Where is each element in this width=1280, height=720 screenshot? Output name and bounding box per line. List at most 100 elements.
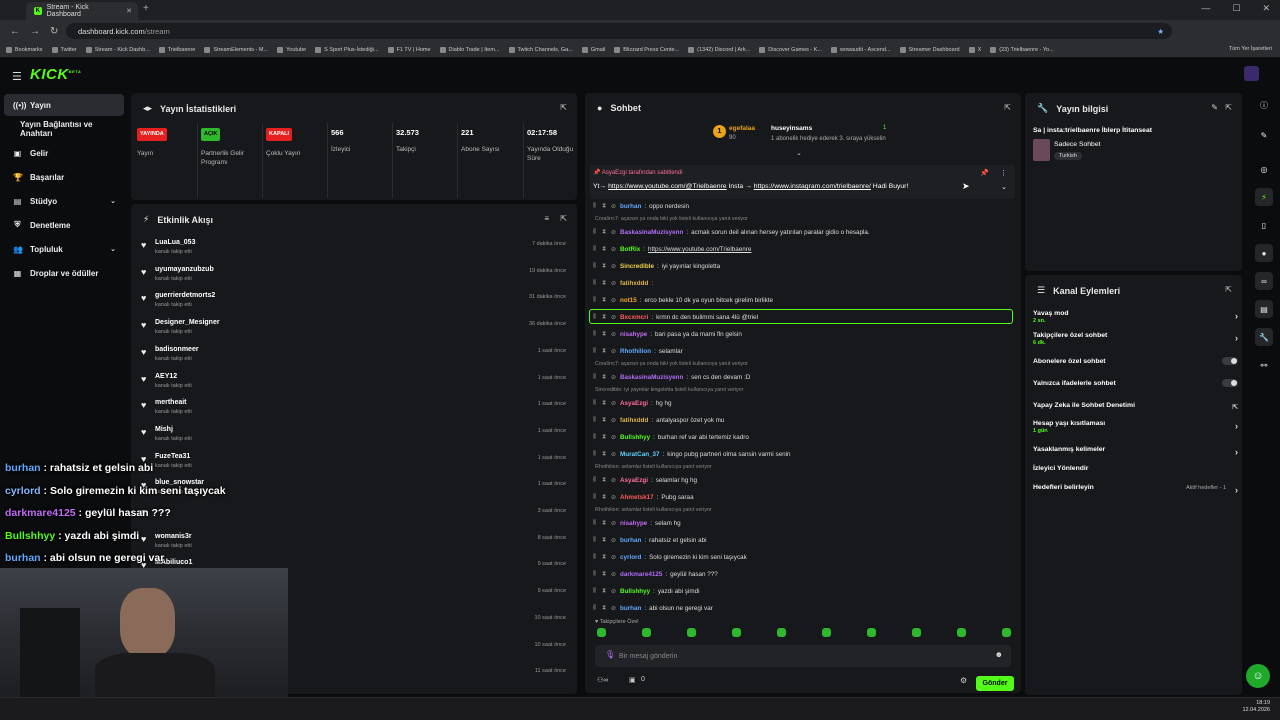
gift-second-name[interactable]: huseyinsams [771,125,812,132]
all-bookmarks[interactable]: Tüm Yer İşaretleri [1229,46,1272,52]
unpin-icon[interactable]: 📌 [980,169,989,177]
timeout-icon[interactable]: ⧗ [602,434,608,441]
chat-username[interactable]: AsyaEzgi [620,477,648,484]
users-icon[interactable]: ⚇∞ [597,676,608,684]
bookmark-item[interactable]: F1 TV | Home [387,46,431,53]
edit-icon[interactable]: ✎ [1211,103,1218,112]
chat-username[interactable]: AsyaEzgi [620,400,648,407]
menu-icon[interactable]: ☰ [12,70,22,83]
browser-tab[interactable]: K Stream - Kick Dashboard ✕ [26,2,138,20]
chat-username[interactable]: fatihxddd [620,280,648,287]
pin-message-icon[interactable]: ⫼ [593,554,599,561]
pin-message-icon[interactable]: ⫼ [593,477,599,484]
ban-icon[interactable]: ⊘ [611,520,617,527]
chat-username[interactable]: Bullshhyy [620,434,650,441]
chat-icon[interactable]: ● [1255,244,1273,262]
timeout-icon[interactable]: ⧗ [602,588,608,595]
bookmark-item[interactable]: X [968,46,981,53]
event-user[interactable]: mertheait [155,399,187,406]
bookmark-item[interactable]: Diablo Trade | Item... [439,46,500,53]
ban-icon[interactable]: ⊘ [611,280,617,287]
timeout-icon[interactable]: ⧗ [602,537,608,544]
sidebar-item[interactable]: 🏆 Başarılar [4,166,124,188]
timeout-icon[interactable]: ⧗ [602,280,608,287]
info-icon[interactable]: ⓘ [1255,96,1273,114]
channel-action[interactable]: Takipçilere özel sohbet 6 dk. › [1033,332,1238,346]
pin-message-icon[interactable]: ⫼ [593,520,599,527]
bookmark-item[interactable]: S Sport Plus-İstediği... [315,46,379,53]
toggle-switch[interactable] [1222,357,1238,365]
chat-username[interactable]: MuratCan_37 [620,451,660,458]
event-user[interactable]: guerrierdetmorts2 [155,292,215,299]
chat-username[interactable]: Sincredible [620,263,654,270]
channel-action[interactable]: Hedefleri belirleyin Aktif hedefler - 1 › [1033,484,1238,495]
list-icon[interactable]: ▤ [1255,300,1273,318]
bookmark-item[interactable]: Youtube [277,46,306,53]
ban-icon[interactable]: ⊘ [611,314,617,321]
bookmark-item[interactable]: (23) Trielbaenre - Yo... [990,46,1054,53]
chat-username[interactable]: Bullshhyy [620,588,650,595]
chat-username[interactable]: nisahype [620,520,647,527]
timeout-icon[interactable]: ⧗ [602,605,608,612]
emote-icon[interactable] [957,628,966,637]
emote-icon[interactable] [912,628,921,637]
chevron-down-icon[interactable]: ⌄ [796,149,802,157]
timeout-icon[interactable]: ⧗ [602,571,608,578]
wrench-icon[interactable]: 🔧 [1255,328,1273,346]
sidebar-item[interactable]: ▣ Gelir [4,142,124,164]
phone-icon[interactable]: ▯ [1255,216,1273,234]
channel-action[interactable]: Yasaklanmış kelimeler › [1033,446,1238,457]
pen-icon[interactable]: ✎ [1255,126,1273,144]
timeout-icon[interactable]: ⧗ [602,331,608,338]
emote-icon[interactable] [822,628,831,637]
pin-message-icon[interactable]: ⫼ [593,280,599,287]
emote-icon[interactable] [1002,628,1011,637]
bookmark-item[interactable]: Discover Games - K... [759,46,822,53]
popout-icon[interactable]: ⇱ [560,103,567,112]
pin-message-icon[interactable]: ⫼ [593,434,599,441]
bookmark-item[interactable]: Streamer Dashboard [899,46,960,53]
pin-message-icon[interactable]: ⫼ [593,203,599,210]
pin-message-icon[interactable]: ⫼ [593,331,599,338]
bookmark-star-icon[interactable]: ★ [1157,27,1164,36]
chat-username[interactable]: Ahmetsk17 [620,494,654,501]
bookmark-item[interactable]: (1342) Discord | Ark... [688,46,750,53]
ban-icon[interactable]: ⊘ [611,203,617,210]
help-chat-icon[interactable]: ☺ [1246,664,1270,688]
chat-username[interactable]: BotRix [620,246,640,253]
emote-icon[interactable] [642,628,651,637]
ban-icon[interactable]: ⊘ [611,229,617,236]
camera-icon[interactable]: ◎ [1255,160,1273,178]
timeout-icon[interactable]: ⧗ [602,229,608,236]
channel-action[interactable]: Yavaş mod 2 sn. › [1033,310,1238,324]
timeout-icon[interactable]: ⧗ [602,417,608,424]
chat-username[interactable]: cyrlord [620,554,641,561]
minimize-icon[interactable]: — [1201,3,1210,14]
popout-icon[interactable]: ⇱ [1225,103,1232,112]
new-tab-icon[interactable]: + [143,3,149,14]
ban-icon[interactable]: ⊘ [611,417,617,424]
maximize-icon[interactable]: ☐ [1232,3,1240,14]
ban-icon[interactable]: ⊘ [611,494,617,501]
chat-username[interactable]: nisahype [620,331,647,338]
send-button[interactable]: Gönder [976,676,1014,691]
popout-icon[interactable]: ⇱ [1225,285,1232,294]
forward-icon[interactable]: → [30,26,40,37]
bookmark-item[interactable]: Blizzard Press Cente... [614,46,679,53]
bookmark-item[interactable]: Trielbaenre [158,46,195,53]
ban-icon[interactable]: ⊘ [611,263,617,270]
pin-message-icon[interactable]: ⫼ [593,263,599,270]
ban-icon[interactable]: ⊘ [611,297,617,304]
popout-icon[interactable]: ⇱ [560,214,567,223]
more-icon[interactable]: ⋮ [1000,169,1007,177]
close-tab-icon[interactable]: ✕ [126,7,132,15]
chat-username[interactable]: BaskasinaMuzisyenn [620,374,683,381]
bookmark-item[interactable]: Twitch Channels, Ga... [508,46,573,53]
timeout-icon[interactable]: ⧗ [602,451,608,458]
timeout-icon[interactable]: ⧗ [602,554,608,561]
chat-username[interactable]: burhan [620,605,641,612]
pin-message-icon[interactable]: ⫼ [593,605,599,612]
bookmark-item[interactable]: Twitter [51,46,77,53]
event-user[interactable]: badisonmeer [155,346,199,353]
gift-icon[interactable]: ▣ [629,676,636,684]
